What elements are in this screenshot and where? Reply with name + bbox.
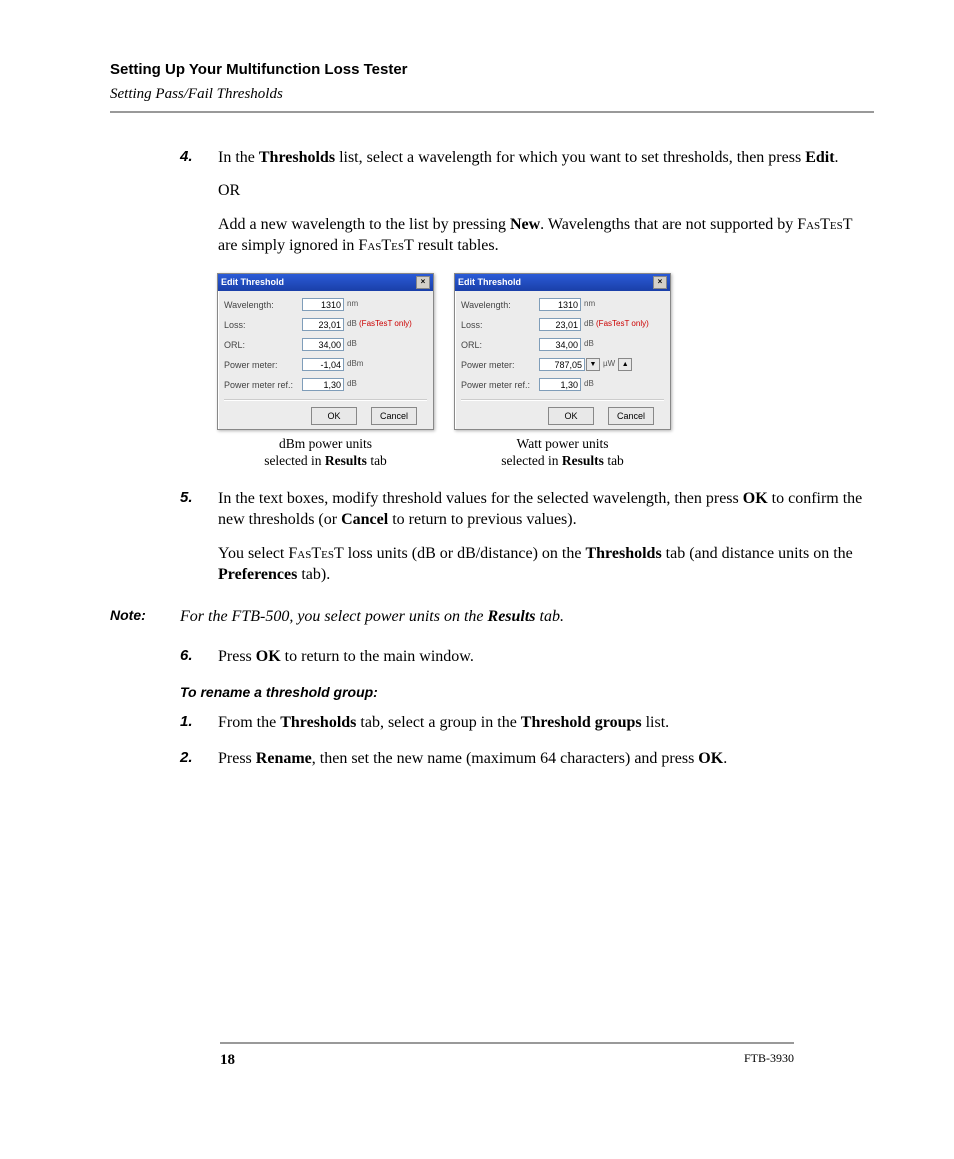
power-meter-ref-label: Power meter ref.: xyxy=(224,379,302,391)
dialog-separator xyxy=(224,399,427,401)
dialog-titlebar: Edit Threshold × xyxy=(455,274,670,291)
power-meter-ref-unit: dB xyxy=(584,379,594,390)
page-header-title: Setting Up Your Multifunction Loss Teste… xyxy=(110,60,874,80)
step-6-para: Press OK to return to the main window. xyxy=(218,646,874,668)
loss-unit: dB (FasTesT only) xyxy=(584,319,649,330)
loss-label: Loss: xyxy=(224,319,302,331)
orl-label: ORL: xyxy=(461,339,539,351)
chevron-up-icon[interactable]: ▲ xyxy=(618,358,632,371)
model-number: FTB-3930 xyxy=(744,1050,794,1070)
note: Note: For the FTB-500, you select power … xyxy=(110,606,874,628)
cancel-button[interactable]: Cancel xyxy=(371,407,417,425)
power-meter-ref-unit: dB xyxy=(347,379,357,390)
page-number: 18 xyxy=(220,1050,235,1070)
dialog-caption-dbm: dBm power units selected in Results tab xyxy=(264,436,387,470)
rename-step-1-para: From the Thresholds tab, select a group … xyxy=(218,712,874,734)
edit-threshold-dialog-watt: Edit Threshold × Wavelength: nm Loss: xyxy=(454,273,671,430)
dialog-titlebar: Edit Threshold × xyxy=(218,274,433,291)
power-meter-ref-input[interactable] xyxy=(302,378,344,391)
wavelength-unit: nm xyxy=(584,299,595,310)
close-icon[interactable]: × xyxy=(416,276,430,289)
step-number: 2. xyxy=(180,748,193,768)
ok-button[interactable]: OK xyxy=(311,407,357,425)
dialog-separator xyxy=(461,399,664,401)
power-meter-input[interactable] xyxy=(302,358,344,371)
step-4-para-1: In the Thresholds list, select a wavelen… xyxy=(218,147,874,169)
chevron-down-icon[interactable]: ▼ xyxy=(586,358,600,371)
rename-step-2: 2. Press Rename, then set the new name (… xyxy=(180,748,874,770)
power-meter-input[interactable] xyxy=(539,358,585,371)
rename-step-2-para: Press Rename, then set the new name (max… xyxy=(218,748,874,770)
step-number: 6. xyxy=(180,646,193,666)
loss-unit: dB (FasTesT only) xyxy=(347,319,412,330)
step-number: 1. xyxy=(180,712,193,732)
orl-input[interactable] xyxy=(539,338,581,351)
wavelength-input[interactable] xyxy=(302,298,344,311)
power-meter-label: Power meter: xyxy=(224,359,302,371)
wavelength-label: Wavelength: xyxy=(461,299,539,311)
step-6: 6. Press OK to return to the main window… xyxy=(180,646,874,668)
wavelength-input[interactable] xyxy=(539,298,581,311)
loss-input[interactable] xyxy=(302,318,344,331)
page-header-subtitle: Setting Pass/Fail Thresholds xyxy=(110,84,874,104)
step-4: 4. In the Thresholds list, select a wave… xyxy=(180,147,874,470)
orl-label: ORL: xyxy=(224,339,302,351)
cancel-button[interactable]: Cancel xyxy=(608,407,654,425)
dialog-caption-watt: Watt power units selected in Results tab xyxy=(501,436,624,470)
orl-input[interactable] xyxy=(302,338,344,351)
rename-step-1: 1. From the Thresholds tab, select a gro… xyxy=(180,712,874,734)
wavelength-label: Wavelength: xyxy=(224,299,302,311)
note-label: Note: xyxy=(110,606,180,628)
step-number: 4. xyxy=(180,147,193,167)
dialogs-row: Edit Threshold × Wavelength: nm Loss: xyxy=(218,273,874,470)
page-footer: 18 FTB-3930 xyxy=(220,1042,794,1070)
step-4-para-2: Add a new wavelength to the list by pres… xyxy=(218,214,874,257)
step-5: 5. In the text boxes, modify threshold v… xyxy=(180,488,874,586)
loss-label: Loss: xyxy=(461,319,539,331)
dialog-title: Edit Threshold xyxy=(458,276,521,288)
power-meter-label: Power meter: xyxy=(461,359,539,371)
power-meter-unit: µW xyxy=(603,359,615,370)
loss-input[interactable] xyxy=(539,318,581,331)
step-4-or: OR xyxy=(218,180,874,202)
header-divider xyxy=(110,111,874,113)
step-number: 5. xyxy=(180,488,193,508)
orl-unit: dB xyxy=(584,339,594,350)
step-5-para-2: You select FasTesT loss units (dB or dB/… xyxy=(218,543,874,586)
close-icon[interactable]: × xyxy=(653,276,667,289)
edit-threshold-dialog-dbm: Edit Threshold × Wavelength: nm Loss: xyxy=(217,273,434,430)
rename-subheading: To rename a threshold group: xyxy=(180,683,874,702)
orl-unit: dB xyxy=(347,339,357,350)
dialog-title: Edit Threshold xyxy=(221,276,284,288)
power-meter-ref-input[interactable] xyxy=(539,378,581,391)
power-meter-ref-label: Power meter ref.: xyxy=(461,379,539,391)
ok-button[interactable]: OK xyxy=(548,407,594,425)
note-body: For the FTB-500, you select power units … xyxy=(180,606,564,628)
step-5-para-1: In the text boxes, modify threshold valu… xyxy=(218,488,874,531)
power-meter-unit: dBm xyxy=(347,359,363,370)
wavelength-unit: nm xyxy=(347,299,358,310)
